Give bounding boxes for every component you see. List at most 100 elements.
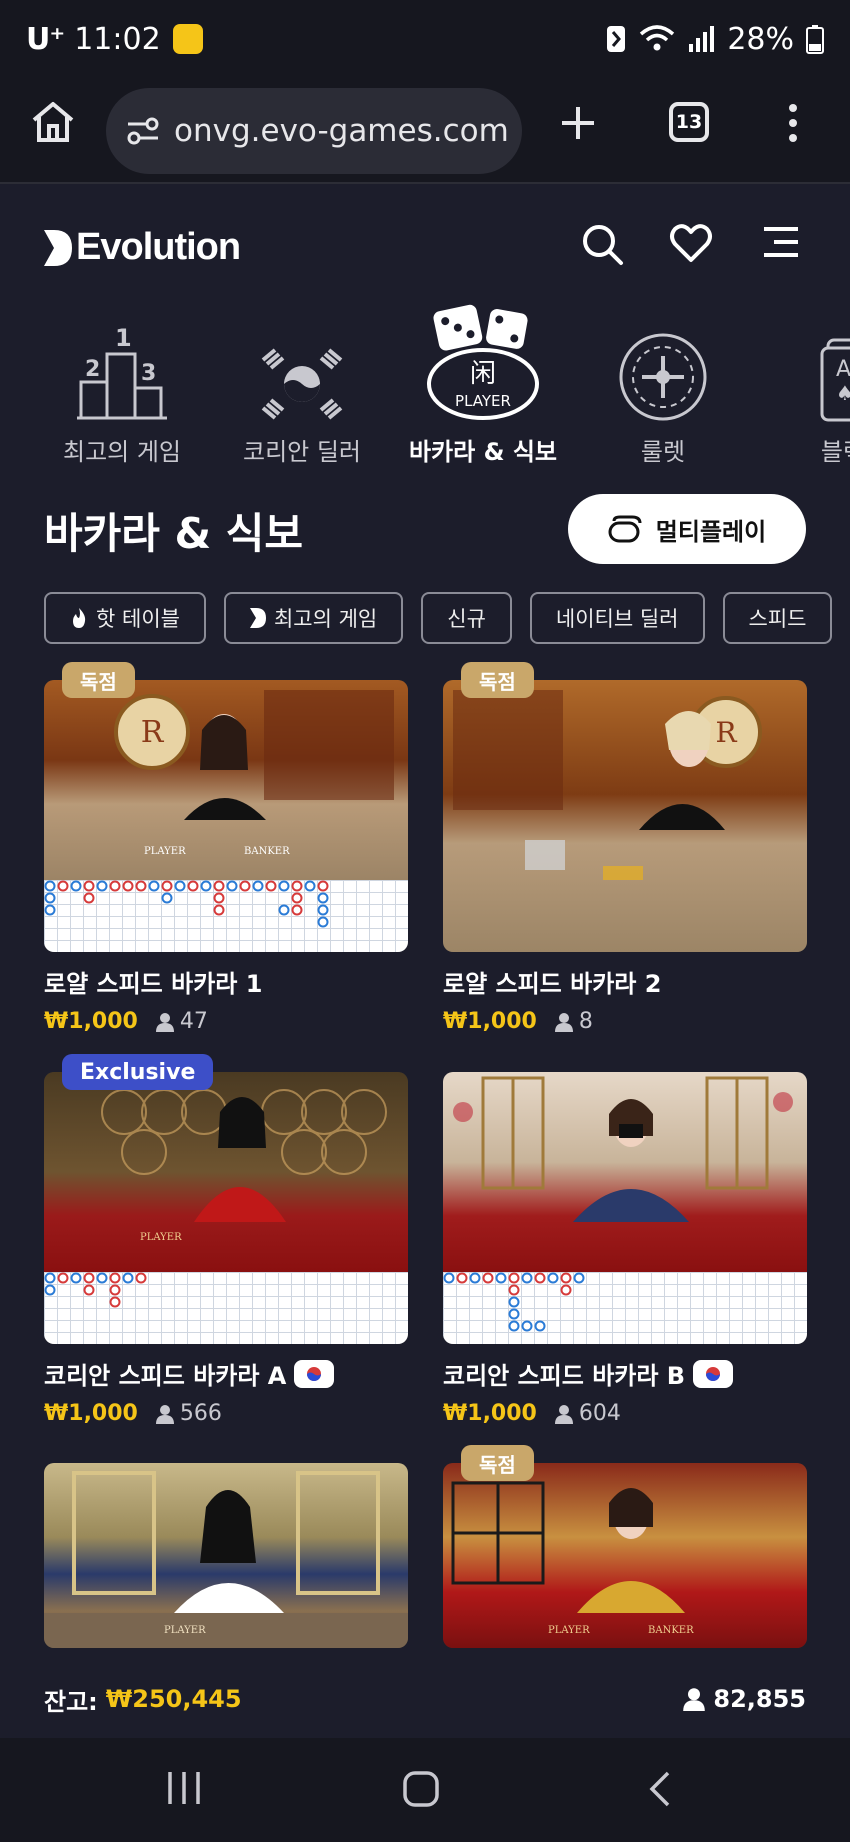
search-icon[interactable] [580,222,624,266]
home-button-icon[interactable] [402,1770,440,1808]
filter-speed[interactable]: 스피드 [722,592,833,644]
svg-text:PLAYER: PLAYER [144,846,186,857]
category-blackjack[interactable]: A♠ 블랙 [758,296,850,466]
menu-icon[interactable] [760,226,800,258]
game-card[interactable]: 코리안 스피드 바카라 B ₩1,000 604 [443,1072,807,1426]
game-card[interactable]: R PLAYER BANKER 독점 로얄 스피드 바카라 1 ₩1,000 47 [44,662,408,1034]
game-thumbnail[interactable]: R PLAYER BANKER [44,680,408,952]
evolution-logo[interactable]: Evolution [44,226,241,269]
category-carousel: 12 3 최고의 게임 코리안 딜러 闲 PLAYER 바카라 & 식보 룰렛 A ♠… [0,296,850,466]
game-meta: ₩1,000 47 [44,1009,408,1034]
signal-icon [687,24,715,54]
user-icon [155,1404,174,1424]
battery-icon [806,24,824,54]
site-header: Evolution [0,186,850,296]
player-count: 8 [554,1009,593,1034]
korean-flag-icon [217,296,387,422]
system-navigation-bar [0,1738,850,1842]
page-title: 바카라 & 식보 [44,509,304,558]
multiplay-button[interactable]: 멀티플레이 [568,494,806,564]
filter-label: 최고의 게임 [273,607,378,631]
filter-label: 네이티브 딜러 [555,607,679,631]
carrier-label: U⁺ [26,21,65,57]
exclusive-badge: Exclusive [62,1054,214,1090]
address-bar[interactable]: onvg.evo-games.com [106,88,522,174]
live-dealer-video: R [443,680,807,952]
favorites-heart-icon[interactable] [669,222,713,264]
live-dealer-video [443,1072,807,1272]
nfc-icon [605,24,627,54]
score-road [44,1272,408,1344]
min-bet: ₩1,000 [443,1009,537,1034]
game-thumbnail[interactable]: PLAYER [44,1072,408,1344]
status-bar: U⁺ 11:02 28% [0,0,850,78]
game-title-text: 로얄 스피드 바카라 2 [443,970,662,998]
game-thumbnail[interactable]: PLAYER BANKER [443,1463,807,1648]
online-count: 82,855 [713,1685,806,1713]
korea-flag-icon [693,1359,734,1388]
player-count-value: 566 [179,1401,222,1426]
dice-player-icon: 闲 PLAYER [398,296,568,422]
player-count-value: 47 [179,1009,208,1034]
tab-switcher-button[interactable]: 13 [669,102,709,142]
game-title: 로얄 스피드 바카라 1 [44,964,408,999]
game-card[interactable]: R 독점 로얄 스피드 바카라 2 ₩1,000 8 [443,662,807,1034]
wifi-icon [639,24,675,54]
game-card[interactable]: PLAYER [44,1463,408,1648]
score-road [44,880,408,952]
category-label: 블랙 [820,438,850,466]
filter-label: 스피드 [748,607,807,631]
multiplay-icon [608,515,642,543]
svg-text:1: 1 [115,326,132,352]
game-card[interactable]: PLAYER Exclusive 코리안 스피드 바카라 A ₩1,000 56… [44,1054,408,1426]
game-card[interactable]: PLAYER BANKER 독점 [443,1445,807,1648]
category-baccarat-sicbo[interactable]: 闲 PLAYER 바카라 & 식보 [398,296,568,466]
game-thumbnail[interactable]: PLAYER [44,1463,408,1648]
svg-text:BANKER: BANKER [648,1625,694,1636]
user-icon [683,1687,706,1711]
filter-top-games[interactable]: 최고의 게임 [223,592,404,644]
playing-card-icon: A ♠ [758,296,850,422]
game-title: 코리안 스피드 바카라 A [44,1356,408,1391]
balance-label: 잔고: [44,1687,98,1716]
category-korean-dealer[interactable]: 코리안 딜러 [217,296,387,466]
recent-apps-icon[interactable] [166,1770,202,1806]
filter-label: 신규 [447,607,486,631]
score-road [443,1272,807,1344]
back-icon[interactable] [646,1770,672,1808]
kakao-notification-icon [172,24,203,54]
multiplay-label: 멀티플레이 [655,517,767,546]
svg-text:♠: ♠ [836,381,850,405]
player-count-value: 8 [578,1009,593,1034]
online-players: 82,855 [683,1685,806,1713]
game-meta: ₩1,000 566 [44,1401,408,1426]
category-top-games[interactable]: 12 3 최고의 게임 [37,296,207,466]
site-settings-icon[interactable] [126,116,160,146]
url-text[interactable]: onvg.evo-games.com [174,113,509,149]
category-roulette[interactable]: 룰렛 [578,296,748,466]
user-icon [554,1404,573,1424]
filter-native-dealer[interactable]: 네이티브 딜러 [529,592,705,644]
svg-text:BANKER: BANKER [244,846,290,857]
game-thumbnail[interactable]: R [443,680,807,952]
category-label: 룰렛 [640,438,686,466]
podium-icon: 12 3 [37,296,207,422]
new-tab-icon[interactable] [558,103,598,143]
svg-text:PLAYER: PLAYER [455,392,511,410]
more-menu-icon[interactable] [786,103,800,143]
game-title-text: 로얄 스피드 바카라 1 [44,970,263,998]
filter-new[interactable]: 신규 [421,592,512,644]
svg-text:A: A [836,357,850,382]
user-icon [155,1012,174,1032]
exclusive-badge: 독점 [461,662,534,698]
browser-toolbar: onvg.evo-games.com 13 [0,78,850,184]
roulette-wheel-icon [578,296,748,422]
svg-text:R: R [715,716,737,749]
game-thumbnail[interactable] [443,1072,807,1344]
korea-flag-icon [294,1359,335,1388]
svg-text:闲: 闲 [470,359,496,389]
filter-label: 핫 테이블 [96,607,180,631]
filter-hot-tables[interactable]: 핫 테이블 [44,592,206,644]
exclusive-badge: 독점 [461,1445,534,1481]
home-icon[interactable] [30,100,76,144]
